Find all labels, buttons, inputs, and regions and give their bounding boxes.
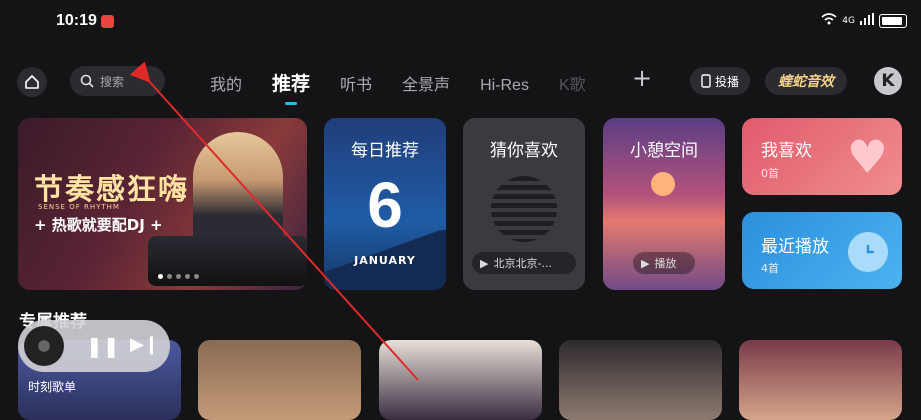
now-playing-text: 北京北京-... bbox=[493, 257, 552, 270]
cast-button[interactable]: 投播 bbox=[690, 67, 750, 95]
banner-pager bbox=[158, 274, 199, 279]
banner-subtitle-en: SENSE OF RHYTHM bbox=[38, 203, 120, 211]
add-tab-button[interactable]: + bbox=[632, 64, 652, 92]
relax-play-button[interactable]: ▶ 播放 bbox=[633, 252, 695, 274]
battery-icon bbox=[879, 13, 907, 28]
banner-subtitle: + 热歌就要配DJ + bbox=[34, 216, 163, 234]
speaker-grille-artwork bbox=[491, 176, 557, 242]
notification-app-icon bbox=[101, 15, 114, 28]
tab-recommend[interactable]: 推荐 bbox=[272, 69, 310, 105]
playlist-card[interactable] bbox=[379, 340, 542, 420]
mini-player[interactable]: ❚❚ ▶❙ bbox=[18, 320, 170, 372]
sound-effect-button[interactable]: 蝰蛇音效 bbox=[765, 67, 847, 95]
playlist-card-label: 时刻歌单 bbox=[28, 380, 77, 394]
banner-title: 节奏感狂嗨 bbox=[34, 172, 190, 206]
tab-hi-res[interactable]: Hi-Res bbox=[480, 77, 529, 95]
playlist-card[interactable] bbox=[739, 340, 902, 420]
guess-title: 猜你喜欢 bbox=[490, 141, 558, 161]
status-time: 10:19 bbox=[56, 12, 97, 29]
recent-play-card[interactable]: 最近播放 4首 bbox=[742, 212, 902, 289]
relax-title: 小憩空间 bbox=[630, 141, 698, 161]
relax-space-card[interactable]: 小憩空间 ▶ 播放 bbox=[603, 118, 725, 290]
tab-mine[interactable]: 我的 bbox=[210, 71, 242, 95]
promo-banner[interactable]: 节奏感狂嗨 SENSE OF RHYTHM + 热歌就要配DJ + bbox=[18, 118, 307, 290]
clock-icon bbox=[848, 232, 888, 272]
pause-icon[interactable]: ❚❚ bbox=[86, 334, 120, 358]
home-icon bbox=[25, 75, 39, 89]
play-icon: ▶ bbox=[641, 256, 650, 270]
sunset-artwork bbox=[651, 172, 675, 196]
search-bar[interactable]: 搜索 bbox=[70, 66, 165, 96]
guess-now-playing[interactable]: ▶ 北京北京-... bbox=[472, 252, 576, 274]
guess-you-like-card[interactable]: 猜你喜欢 ▶ 北京北京-... bbox=[463, 118, 585, 290]
daily-date: 6 bbox=[367, 169, 403, 241]
top-tabs: 我的 推荐 听书 全景声 Hi-Res K歌 bbox=[210, 69, 616, 105]
likes-title: 我喜欢 bbox=[761, 141, 812, 161]
recent-count: 4首 bbox=[761, 262, 779, 275]
phone-icon bbox=[701, 74, 711, 88]
status-icons: 4G bbox=[821, 13, 907, 28]
network-label: 4G bbox=[842, 15, 855, 26]
tab-panoramic-sound[interactable]: 全景声 bbox=[402, 71, 450, 95]
my-likes-card[interactable]: 我喜欢 0首 ♥ bbox=[742, 118, 902, 195]
playlist-card[interactable] bbox=[198, 340, 361, 420]
recent-title: 最近播放 bbox=[761, 237, 829, 257]
banner-artwork bbox=[193, 132, 283, 252]
tab-audiobook[interactable]: 听书 bbox=[340, 71, 372, 95]
daily-title: 每日推荐 bbox=[351, 141, 419, 161]
play-label: 播放 bbox=[654, 257, 677, 270]
heart-icon: ♥ bbox=[846, 130, 888, 184]
search-placeholder: 搜索 bbox=[100, 74, 125, 89]
tab-karaoke[interactable]: K歌 bbox=[559, 71, 586, 95]
album-cover[interactable] bbox=[24, 326, 64, 366]
cast-label: 投播 bbox=[714, 74, 739, 89]
next-track-icon[interactable]: ▶❙ bbox=[130, 334, 159, 355]
home-button[interactable] bbox=[17, 67, 47, 97]
karaoke-k-button[interactable]: K bbox=[874, 67, 902, 95]
search-icon bbox=[80, 74, 94, 88]
signal-icon bbox=[860, 13, 874, 28]
play-icon: ▶ bbox=[480, 256, 489, 270]
daily-recommend-card[interactable]: 每日推荐 6 JANUARY bbox=[324, 118, 446, 290]
likes-count: 0首 bbox=[761, 167, 779, 180]
daily-month: JANUARY bbox=[354, 254, 416, 267]
wifi-icon bbox=[821, 13, 837, 28]
playlist-card[interactable] bbox=[559, 340, 722, 420]
